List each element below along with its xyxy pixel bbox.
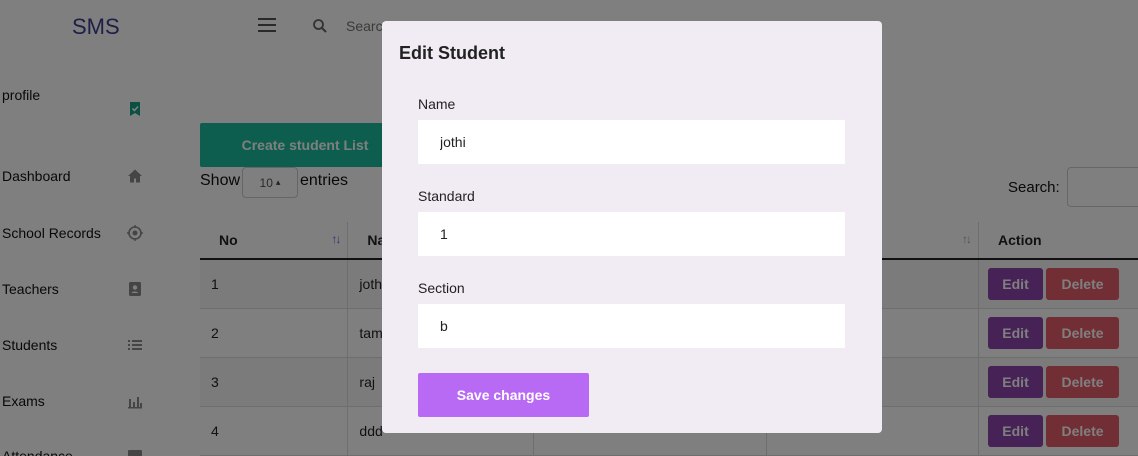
section-field[interactable] [418,304,845,348]
name-field[interactable] [418,120,845,164]
save-changes-button[interactable]: Save changes [418,373,589,417]
section-label: Section [418,280,465,296]
modal-title: Edit Student [399,43,505,63]
standard-label: Standard [418,188,475,204]
name-label: Name [418,96,456,112]
standard-field[interactable] [418,212,845,256]
edit-student-modal: Edit Student Name Standard Section Save … [382,21,882,433]
